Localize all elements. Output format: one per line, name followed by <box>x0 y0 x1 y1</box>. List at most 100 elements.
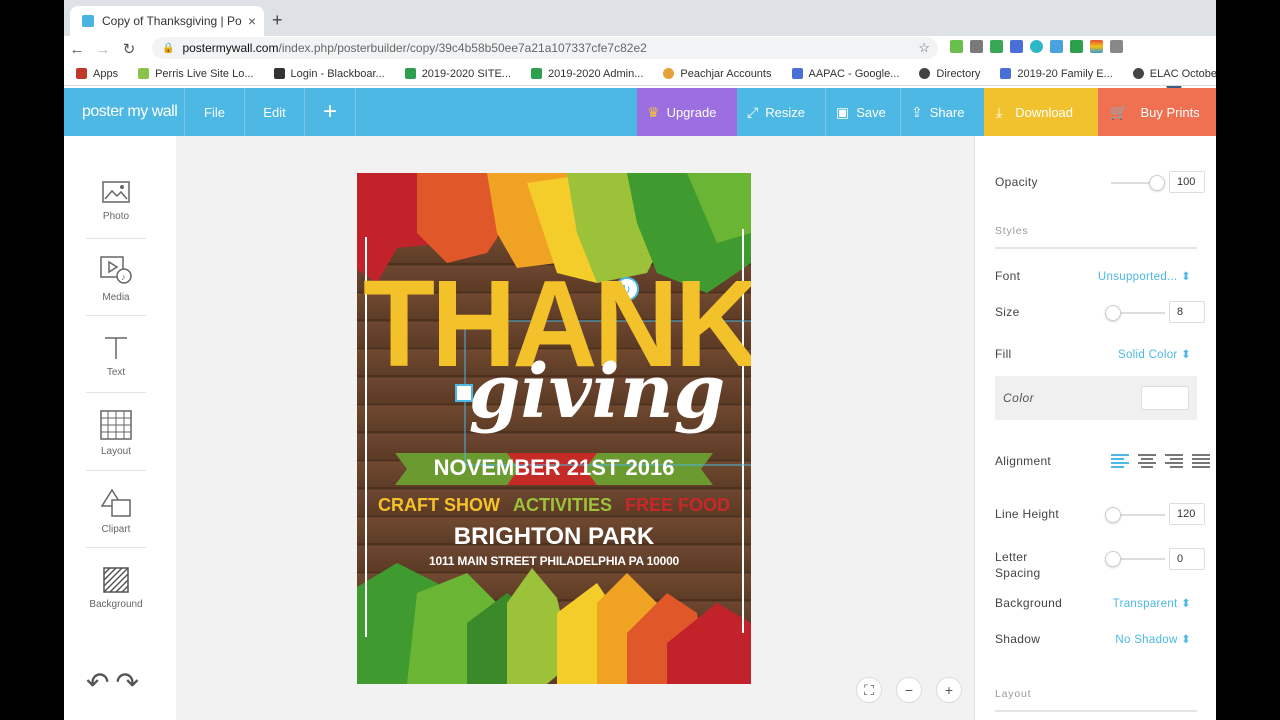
dropdown-icon: ⬍ <box>1181 349 1191 361</box>
postermywall-logo[interactable]: poster my wall <box>82 103 178 121</box>
size-input[interactable]: 8 <box>1169 301 1205 323</box>
bookmark-item[interactable]: Perris Live Site Lo... <box>138 68 254 80</box>
clipart-tool[interactable]: Clipart <box>82 472 150 550</box>
close-tab-icon[interactable]: × <box>248 13 256 29</box>
browser-window: Copy of Thanksgiving | PosterM × + ← → ↻… <box>64 0 1216 720</box>
tab-strip: Copy of Thanksgiving | PosterM × + <box>64 0 1216 36</box>
bookmark-item[interactable]: Login - Blackboar... <box>273 68 385 80</box>
font-row: Font Unsupported... ⬍ <box>995 266 1197 286</box>
color-swatch[interactable] <box>1141 386 1189 410</box>
bookmark-item[interactable]: 2019-2020 Admin... <box>530 68 643 80</box>
upgrade-button[interactable]: ♛ Upgrade <box>637 88 737 136</box>
extension-icon[interactable] <box>1050 40 1063 53</box>
background-tool[interactable]: Background <box>82 549 150 627</box>
design-canvas[interactable]: ↻ THANKS giving NOVEMBER 21ST 2016 CRAFT… <box>176 136 974 720</box>
browser-tab[interactable]: Copy of Thanksgiving | PosterM × <box>70 6 264 36</box>
poster-date[interactable]: NOVEMBER 21ST 2016 <box>357 455 751 481</box>
shadow-row: Shadow No Shadow ⬍ <box>995 629 1197 649</box>
share-icon: ⇪ <box>911 103 923 120</box>
fill-label: Fill <box>995 347 1012 361</box>
background-row: Background Transparent ⬍ <box>995 593 1197 613</box>
background-select[interactable]: Transparent ⬍ <box>1113 596 1191 610</box>
alignment-label: Alignment <box>995 454 1052 468</box>
layout-section: Layout <box>995 688 1197 700</box>
text-tool[interactable]: Text <box>82 317 150 395</box>
poster-park[interactable]: BRIGHTON PARK <box>357 523 751 551</box>
share-button[interactable]: ⇪ Share <box>900 88 984 136</box>
new-tab-button[interactable]: + <box>272 10 283 31</box>
extension-icon[interactable] <box>1110 40 1123 53</box>
download-button[interactable]: ⤓ Download <box>984 88 1098 136</box>
file-menu[interactable]: File <box>184 88 244 136</box>
align-right-icon[interactable] <box>1165 454 1183 468</box>
color-row: Color <box>995 376 1197 420</box>
letter-spacing-slider[interactable] <box>1105 551 1165 567</box>
bookmark-item[interactable]: Directory <box>919 68 980 80</box>
poster-food[interactable]: FREE FOOD <box>625 495 730 515</box>
extension-icon[interactable] <box>1010 40 1023 53</box>
bookmark-item[interactable]: Apps <box>76 68 118 80</box>
size-slider[interactable] <box>1105 305 1165 321</box>
bookmarks-bar: Apps Perris Live Site Lo... Login - Blac… <box>64 62 1216 86</box>
poster[interactable]: ↻ THANKS giving NOVEMBER 21ST 2016 CRAFT… <box>357 173 751 684</box>
reload-icon[interactable]: ↻ <box>116 40 142 58</box>
zoom-out-icon[interactable]: − <box>896 677 922 703</box>
address-bar[interactable]: 🔒 postermywall.com/index.php/posterbuild… <box>152 37 938 59</box>
media-tool[interactable]: ♪ Media <box>82 240 150 318</box>
zoom-in-icon[interactable]: + <box>936 677 962 703</box>
align-left-icon[interactable] <box>1111 454 1129 468</box>
poster-activities[interactable]: ACTIVITIES <box>513 495 612 515</box>
opacity-row: Opacity 100 <box>995 171 1205 193</box>
opacity-slider-knob[interactable] <box>1149 175 1165 191</box>
bookmark-item[interactable]: 2019-20 Family E... <box>1000 68 1113 80</box>
buy-prints-button[interactable]: 🛒 Buy Prints <box>1098 88 1216 136</box>
bookmark-item[interactable]: 2019-2020 SITE... <box>404 68 511 80</box>
add-button[interactable]: + <box>304 88 356 136</box>
alignment-buttons <box>1111 454 1210 468</box>
edit-menu[interactable]: Edit <box>244 88 304 136</box>
poster-address[interactable]: 1011 MAIN STREET PHILADELPHIA PA 10000 <box>357 554 751 568</box>
poster-giving[interactable]: giving <box>467 355 727 429</box>
bookmark-item[interactable]: Peachjar Accounts <box>663 68 772 80</box>
download-icon: ⤓ <box>996 103 1003 120</box>
fullscreen-icon[interactable]: ⛶ <box>856 677 882 703</box>
resize-icon: ⤢ <box>747 103 759 120</box>
undo-icon[interactable]: ↶ <box>86 666 109 699</box>
poster-craft[interactable]: CRAFT SHOW <box>378 495 500 515</box>
line-height-slider[interactable] <box>1105 507 1165 523</box>
back-icon[interactable]: ← <box>64 41 90 58</box>
save-button[interactable]: ▣ Save <box>825 88 900 136</box>
layout-tool[interactable]: Layout <box>82 394 150 472</box>
font-select[interactable]: Unsupported... ⬍ <box>1098 269 1191 283</box>
extension-icon[interactable] <box>1090 40 1103 53</box>
extension-icon[interactable] <box>1070 40 1083 53</box>
size-slider-knob[interactable] <box>1105 305 1121 321</box>
line-height-slider-knob[interactable] <box>1105 507 1121 523</box>
line-height-input[interactable]: 120 <box>1169 503 1205 525</box>
opacity-slider[interactable] <box>1111 175 1165 191</box>
resize-button[interactable]: ⤢ Resize <box>737 88 825 136</box>
forward-icon[interactable]: → <box>90 41 116 58</box>
shadow-select[interactable]: No Shadow ⬍ <box>1115 632 1191 646</box>
extension-icon[interactable] <box>970 40 983 53</box>
fill-select[interactable]: Solid Color ⬍ <box>1118 347 1191 361</box>
extension-icon[interactable] <box>990 40 1003 53</box>
letter-spacing-input[interactable]: 0 <box>1169 548 1205 570</box>
extension-icon[interactable] <box>950 40 963 53</box>
extension-icon[interactable] <box>1030 40 1043 53</box>
photo-tool[interactable]: Photo <box>82 162 150 240</box>
letter-spacing-slider-knob[interactable] <box>1105 551 1121 567</box>
bookmark-item[interactable]: AAPAC - Google... <box>791 68 899 80</box>
bookmark-icon <box>530 68 542 79</box>
line-height-row: Line Height 120 <box>995 503 1205 525</box>
redo-icon[interactable]: ↷ <box>115 666 138 699</box>
dropdown-icon: ⬍ <box>1181 598 1191 610</box>
opacity-input[interactable]: 100 <box>1169 171 1205 193</box>
align-center-icon[interactable] <box>1138 454 1156 468</box>
bookmark-star-icon[interactable]: ☆ <box>918 40 930 56</box>
bookmark-item[interactable]: ELAC October <box>1132 68 1216 80</box>
dropdown-icon: ⬍ <box>1181 634 1191 646</box>
line-height-label: Line Height <box>995 507 1060 521</box>
size-row: Size 8 <box>995 301 1205 323</box>
align-justify-icon[interactable] <box>1192 454 1210 468</box>
